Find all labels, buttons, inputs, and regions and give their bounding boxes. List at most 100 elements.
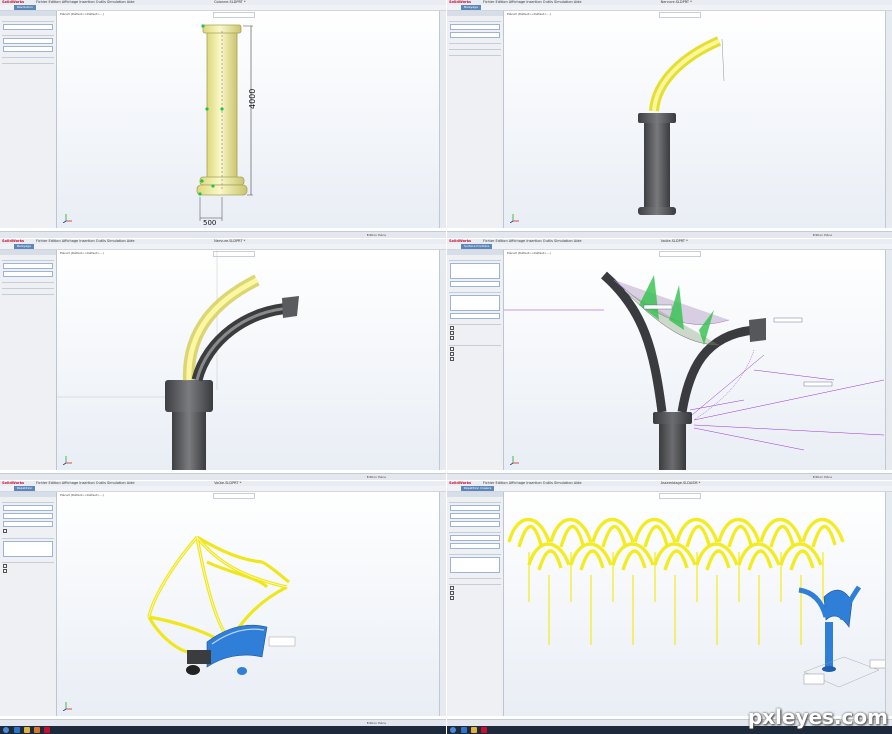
pm-section-instances-skip[interactable]: [449, 575, 501, 579]
path-field[interactable]: [3, 271, 53, 277]
tangency-select-2[interactable]: [450, 313, 500, 319]
diameter-dimension[interactable]: 500: [203, 219, 216, 227]
site-watermark: pxleyes.com: [747, 705, 888, 729]
solidworks-icon[interactable]: [481, 727, 487, 733]
pm-section-contours[interactable]: [2, 60, 54, 64]
geometry-pattern-checkbox[interactable]: [3, 569, 53, 573]
pm-section-direction-1[interactable]: [449, 499, 501, 503]
vault-arch: [685, 524, 711, 548]
instances-field[interactable]: [3, 521, 53, 527]
vault-arch: [559, 524, 585, 548]
pm-section-bodies[interactable]: [2, 535, 54, 539]
graphics-area[interactable]: Pièce3 (Défaut<<Défaut>...): [57, 250, 446, 470]
graphics-area[interactable]: Pièce3 (Défaut<<Défaut>...): [504, 11, 892, 228]
graphics-area[interactable]: Pièce3 (Défaut<<Défaut>...): [504, 250, 892, 470]
equal-spacing-checkbox[interactable]: [3, 529, 53, 533]
pm-section-direction-2[interactable]: [449, 289, 501, 293]
direction-2-edge-field[interactable]: [450, 535, 500, 541]
pm-section-options[interactable]: [2, 279, 54, 283]
pm-section-profile-path[interactable]: [2, 257, 54, 261]
task-pane-tabs[interactable]: [439, 492, 446, 716]
pm-section-options[interactable]: [449, 321, 501, 325]
preview-checkbox[interactable]: [450, 336, 500, 340]
task-pane-tabs[interactable]: [885, 250, 892, 470]
panel-circular-pattern: SolidWorks Fichier Edition Affichage Ins…: [0, 481, 446, 734]
graphics-area[interactable]: Pièce3 (Défaut<<Défaut>...) 4000 500: [57, 11, 446, 228]
property-manager-title: Répétition linéaire: [461, 486, 495, 491]
pm-section-display[interactable]: [449, 342, 501, 346]
instances-1-field[interactable]: [450, 521, 500, 527]
axis-field[interactable]: [3, 24, 53, 30]
axis-field[interactable]: [3, 505, 53, 511]
status-bar: Edition Pièce: [447, 473, 892, 480]
pm-section-axis[interactable]: [2, 18, 54, 22]
task-pane-tabs[interactable]: [885, 492, 892, 716]
path-field[interactable]: [450, 32, 500, 38]
pm-section-direction-2[interactable]: [449, 529, 501, 533]
status-text: Edition Pièce: [366, 475, 386, 479]
explorer-icon[interactable]: [24, 727, 30, 733]
profile-field[interactable]: [3, 263, 53, 269]
solidworks-icon[interactable]: [44, 727, 50, 733]
graphics-area[interactable]: Pièce3 (Défaut<<Défaut>...): [57, 492, 446, 716]
triad-icon: [510, 456, 519, 465]
pm-section-guides[interactable]: [449, 46, 501, 50]
height-dimension[interactable]: 4000: [248, 89, 257, 109]
spacing-1-field[interactable]: [450, 513, 500, 519]
propagate-checkbox[interactable]: [3, 564, 53, 568]
tangency-select[interactable]: [450, 281, 500, 287]
pm-header: [447, 11, 503, 16]
panel-linear-pattern: SolidWorks Fichier Edition Affichage Ins…: [447, 481, 892, 734]
direction-2-curves-list[interactable]: [450, 295, 500, 311]
angle-field[interactable]: [3, 513, 53, 519]
property-manager-title: Balayage: [461, 5, 481, 10]
vary-sketch-checkbox[interactable]: [450, 586, 500, 590]
spacing-2-field[interactable]: [450, 543, 500, 549]
pm-section-options[interactable]: [2, 559, 54, 563]
status-text: Edition Pièce: [812, 475, 832, 479]
status-bar: Edition Pièce: [0, 231, 446, 238]
property-manager-title: Répétition: [14, 486, 36, 491]
profile-field[interactable]: [450, 24, 500, 30]
pm-section-direction-1[interactable]: [449, 257, 501, 261]
pm-section-tangency[interactable]: [449, 52, 501, 56]
pm-section-direction[interactable]: [2, 32, 54, 36]
trim-checkbox[interactable]: [450, 326, 500, 330]
pm-section-options[interactable]: [449, 40, 501, 44]
media-icon[interactable]: [34, 727, 40, 733]
pm-section-tangency[interactable]: [2, 291, 54, 295]
curvature-checkbox[interactable]: [450, 357, 500, 361]
explorer-icon[interactable]: [471, 727, 477, 733]
merge-checkbox[interactable]: [450, 331, 500, 335]
pm-section-guides[interactable]: [2, 285, 54, 289]
features-list[interactable]: [450, 557, 500, 573]
pm-section-features[interactable]: [449, 551, 501, 555]
start-button[interactable]: [3, 727, 9, 733]
pm-section-thin[interactable]: [2, 54, 54, 58]
mesh-checkbox[interactable]: [450, 347, 500, 351]
direction-1-curves-list[interactable]: [450, 263, 500, 279]
task-pane-tabs[interactable]: [439, 11, 446, 228]
geometry-pattern-checkbox[interactable]: [450, 591, 500, 595]
browser-icon[interactable]: [461, 727, 467, 733]
graphics-area[interactable]: [504, 492, 892, 716]
vault-arch: [801, 517, 845, 543]
property-manager-title: Révolution: [14, 5, 36, 10]
task-pane-tabs[interactable]: [439, 250, 446, 470]
pm-header: [0, 11, 56, 16]
column-model: 4000 500: [196, 24, 257, 227]
task-pane-tabs[interactable]: [885, 11, 892, 228]
direction-1-edge-field[interactable]: [450, 505, 500, 511]
pm-section-parameters[interactable]: [2, 499, 54, 503]
depth-field[interactable]: [3, 46, 53, 52]
angle-field[interactable]: [3, 38, 53, 44]
bodies-list[interactable]: [3, 541, 53, 557]
pm-section-profile-path[interactable]: [449, 18, 501, 22]
pm-section-options[interactable]: [449, 581, 501, 585]
vault-arch: [579, 549, 605, 571]
status-bar: Edition Pièce: [0, 719, 446, 726]
browser-icon[interactable]: [14, 727, 20, 733]
propagate-checkbox[interactable]: [450, 596, 500, 600]
start-button[interactable]: [450, 727, 456, 733]
zebra-checkbox[interactable]: [450, 352, 500, 356]
